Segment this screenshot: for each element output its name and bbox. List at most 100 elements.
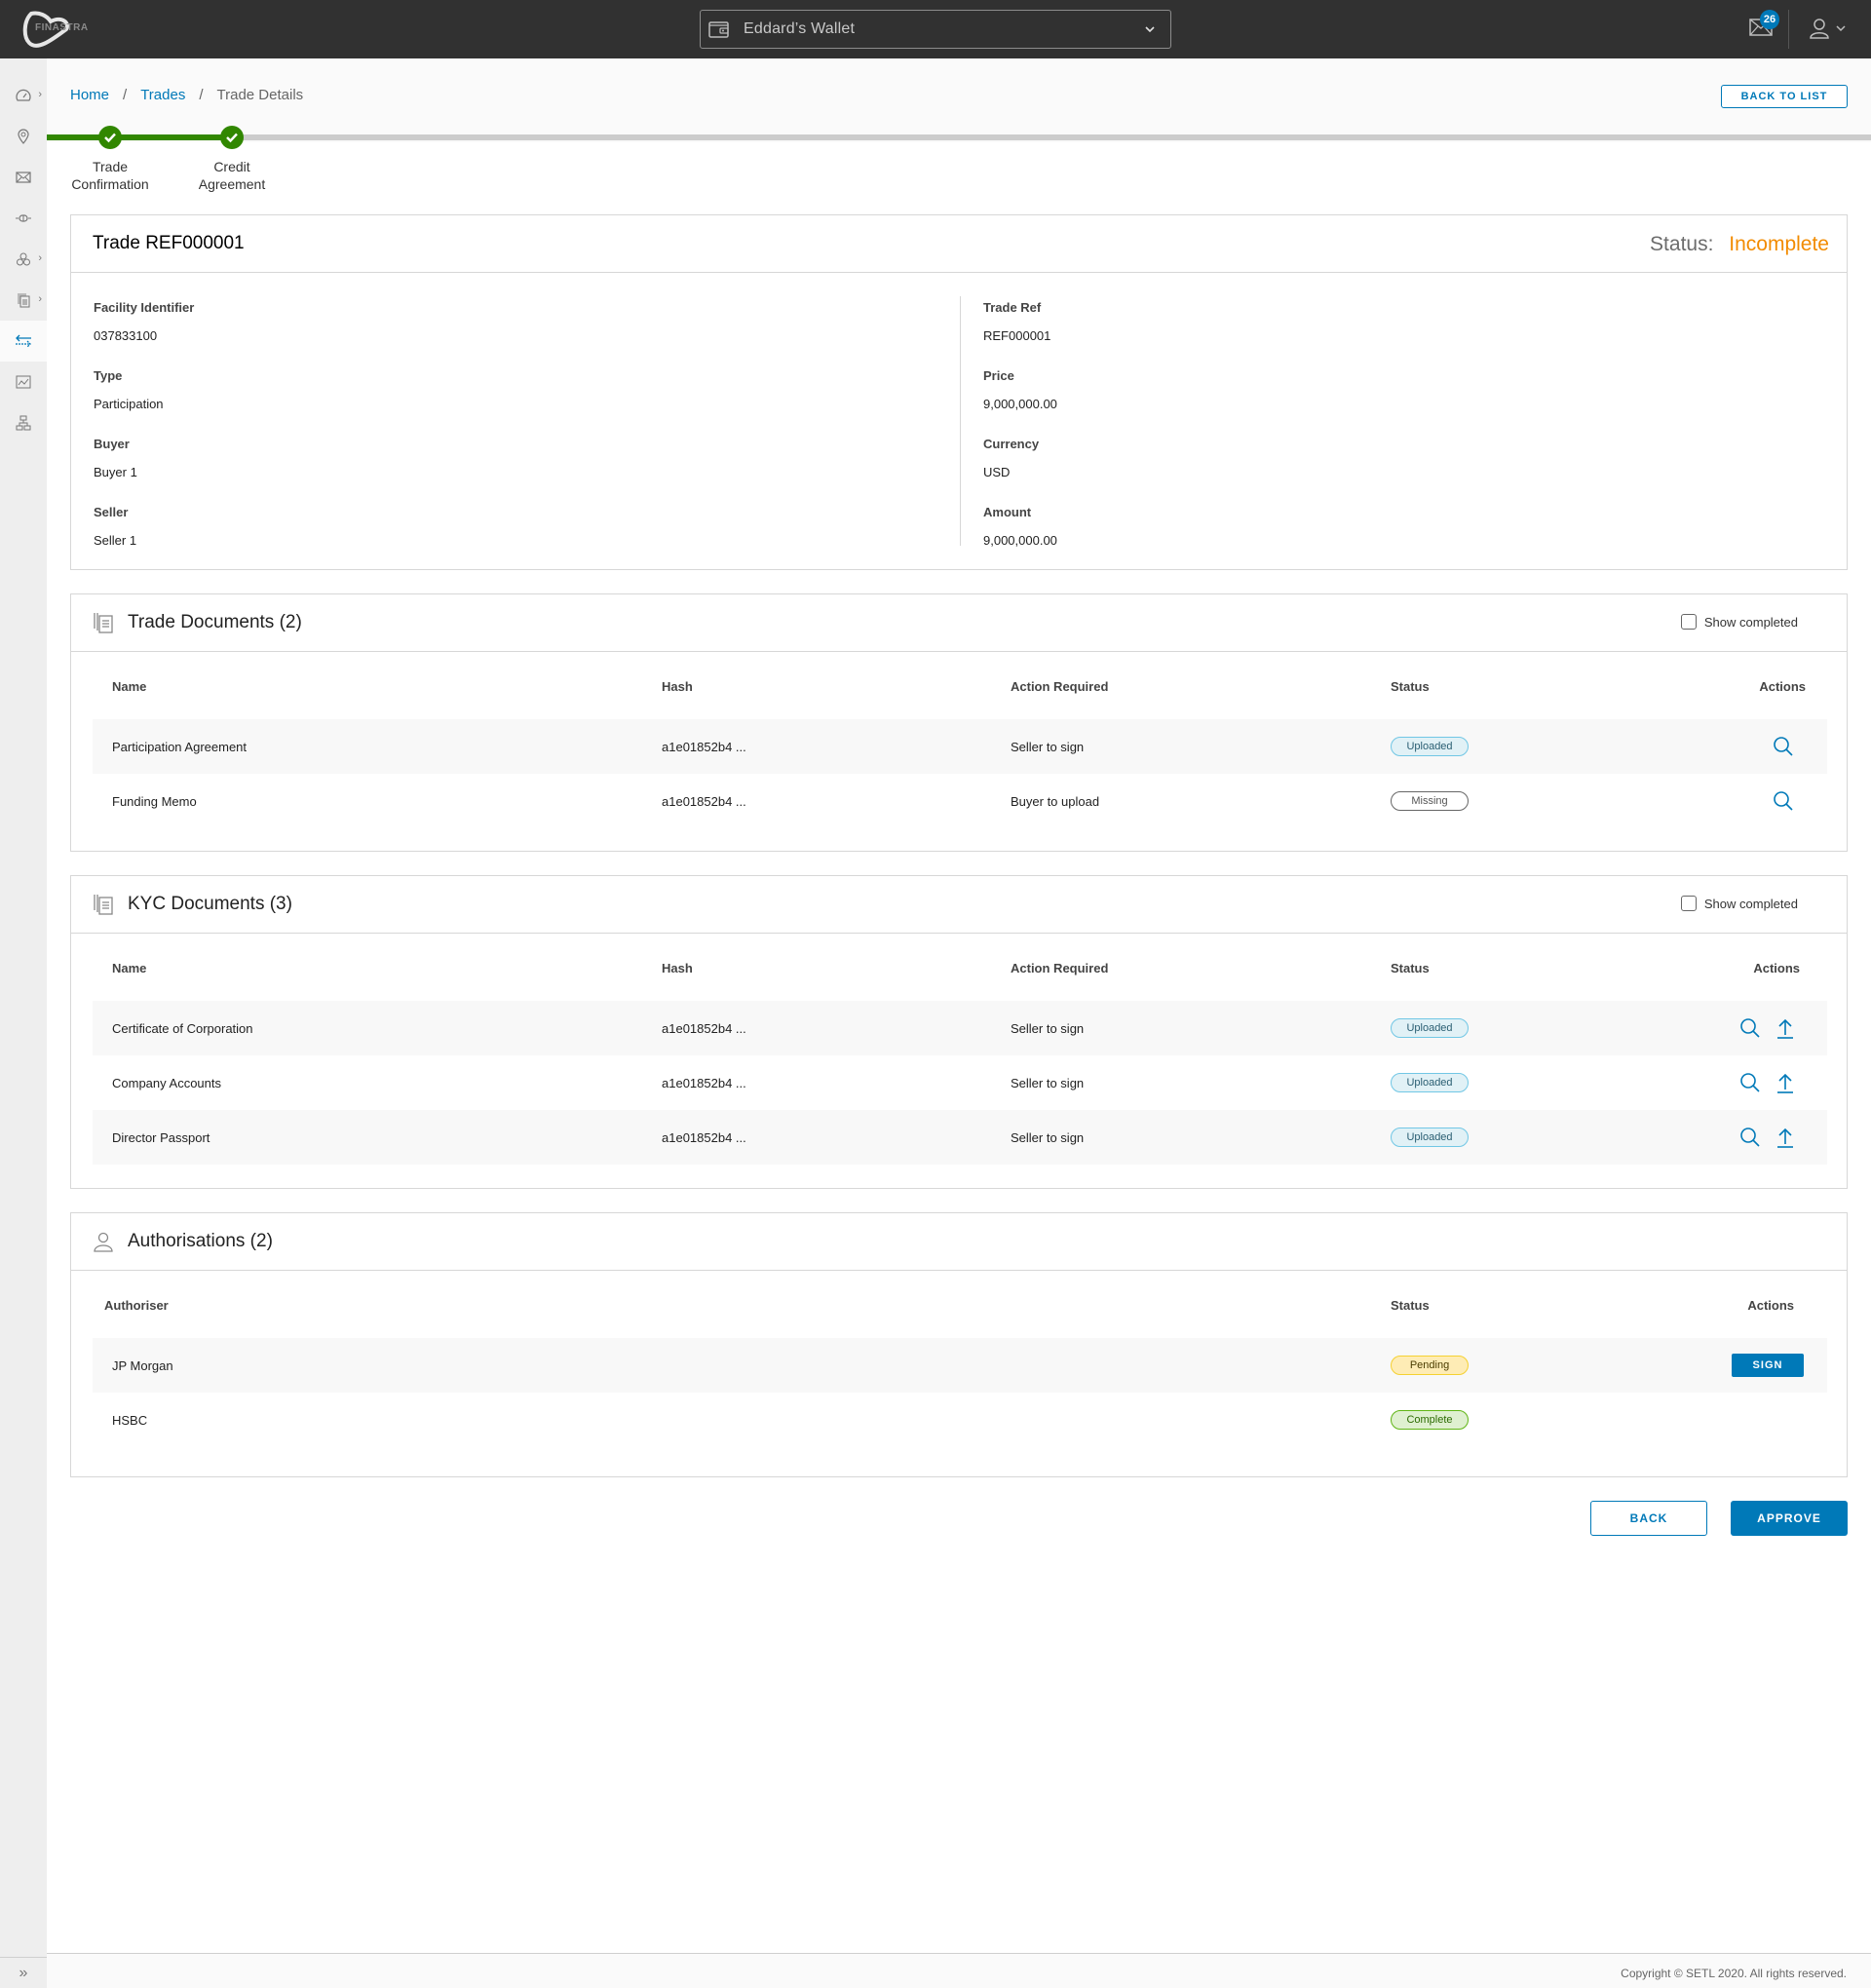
doc-name: Participation Agreement	[93, 719, 662, 774]
breadcrumb-trades[interactable]: Trades	[140, 87, 185, 103]
field-label: Amount	[983, 505, 1032, 519]
field-value: REF000001	[983, 328, 1051, 343]
field-seller: Seller Seller 1	[94, 505, 136, 548]
table-row: Participation Agreement a1e01852b4 ... S…	[93, 719, 1827, 774]
chevron-down-icon	[1145, 26, 1155, 33]
show-completed-checkbox[interactable]	[1680, 896, 1697, 911]
table-header-row: Name Hash Action Required Status Actions	[93, 935, 1827, 1001]
breadcrumb-current: Trade Details	[216, 87, 304, 103]
column-header: Actions	[1747, 1297, 1794, 1313]
search-icon[interactable]	[1739, 1017, 1761, 1039]
column-header: Status	[1391, 960, 1430, 975]
field-label: Seller	[94, 505, 129, 519]
authoriser-name: HSBC	[112, 1412, 148, 1428]
sidebar-item-assets[interactable]: ›	[0, 239, 47, 280]
sidebar-item-reports[interactable]	[0, 362, 47, 402]
finastra-logo[interactable]: FINASTRA	[21, 8, 99, 49]
doc-hash: a1e01852b4 ...	[662, 1110, 1011, 1165]
doc-action-required: Seller to sign	[1011, 1075, 1085, 1090]
upload-icon[interactable]	[1775, 1127, 1796, 1148]
search-icon[interactable]	[1773, 736, 1794, 757]
back-button[interactable]: BACK	[1590, 1501, 1707, 1536]
step-label-line: Confirmation	[71, 176, 149, 192]
status-badge: Uploaded	[1391, 1128, 1469, 1147]
sidebar-item-organisation[interactable]	[0, 402, 47, 443]
documents-icon	[94, 895, 113, 915]
doc-hash: a1e01852b4 ...	[662, 793, 746, 809]
approve-button[interactable]: APPROVE	[1731, 1501, 1848, 1536]
table-row: HSBC Complete	[93, 1393, 1827, 1447]
step-label-line: Credit	[213, 159, 250, 174]
notifications-badge: 26	[1760, 10, 1779, 29]
upload-icon[interactable]	[1775, 1072, 1796, 1093]
back-to-list-button[interactable]: BACK TO LIST	[1721, 85, 1848, 108]
field-amount: Amount 9,000,000.00	[983, 505, 1057, 548]
table-row: JP Morgan Pending SIGN	[93, 1338, 1827, 1393]
field-value: 9,000,000.00	[983, 397, 1057, 411]
sidebar-item-documents[interactable]: ›	[0, 280, 47, 321]
upload-icon[interactable]	[1775, 1017, 1796, 1039]
search-icon[interactable]	[1773, 790, 1794, 812]
table-row: Company Accounts a1e01852b4 ... Seller t…	[93, 1055, 1827, 1110]
step-credit-agreement[interactable]	[220, 126, 244, 149]
doc-hash: a1e01852b4 ...	[662, 719, 1011, 774]
field-value: 9,000,000.00	[983, 533, 1057, 548]
sign-button[interactable]: SIGN	[1732, 1354, 1804, 1377]
show-completed-toggle[interactable]: Show completed	[1680, 896, 1798, 911]
doc-action-required: Seller to sign	[1011, 1001, 1391, 1055]
column-header: Action Required	[1011, 678, 1109, 694]
trade-status: Status: Incomplete	[1650, 233, 1829, 256]
sidebar-item-messages[interactable]	[0, 157, 47, 198]
table-row: Funding Memo a1e01852b4 ... Buyer to upl…	[93, 774, 1827, 828]
show-completed-checkbox[interactable]	[1680, 614, 1697, 630]
field-facility-identifier: Facility Identifier 037833100	[94, 300, 194, 343]
stepper-progress	[47, 134, 232, 140]
table-header-row: Authoriser Status Actions	[93, 1272, 1827, 1338]
logo-text: FINASTRA	[35, 22, 89, 33]
status-badge: Pending	[1391, 1356, 1469, 1375]
field-label: Facility Identifier	[94, 300, 195, 315]
field-value: 037833100	[94, 328, 158, 343]
search-icon[interactable]	[1739, 1127, 1761, 1148]
column-header: Authoriser	[104, 1297, 169, 1313]
trade-details-card: Trade REF000001 Status: Incomplete Facil…	[70, 214, 1848, 570]
copyright-text: Copyright © SETL 2020. All rights reserv…	[1621, 1967, 1847, 1980]
breadcrumb-home[interactable]: Home	[70, 87, 109, 103]
status-badge: Complete	[1391, 1410, 1469, 1430]
trade-documents-table: Name Hash Action Required Status Actions…	[93, 653, 1827, 828]
kyc-documents-card: KYC Documents (3) Show completed Name Ha…	[70, 875, 1848, 1189]
stepper-track	[47, 134, 1871, 140]
column-header: Action Required	[1011, 960, 1109, 975]
section-title: Trade Documents (2)	[128, 612, 302, 632]
column-header: Hash	[662, 678, 693, 694]
connector-icon	[16, 214, 31, 222]
doc-name: Funding Memo	[112, 793, 197, 809]
status-badge: Uploaded	[1391, 1073, 1469, 1092]
location-pin-icon	[18, 129, 29, 144]
table-header-row: Name Hash Action Required Status Actions	[93, 653, 1827, 719]
sidebar-item-locations[interactable]	[0, 116, 47, 157]
field-buyer: Buyer Buyer 1	[94, 437, 137, 479]
page-footer: Copyright © SETL 2020. All rights reserv…	[47, 1953, 1871, 1988]
sidebar-item-dashboard[interactable]: ›	[0, 75, 47, 116]
field-label: Currency	[983, 437, 1040, 451]
breadcrumb-separator: /	[199, 87, 204, 103]
authorisations-table: Authoriser Status Actions JP Morgan Pend…	[93, 1272, 1827, 1447]
column-header: Status	[1391, 678, 1430, 694]
status-label: Status:	[1650, 233, 1714, 255]
step-label-line: Agreement	[198, 176, 266, 192]
sidebar-item-trades[interactable]	[0, 321, 47, 362]
sidebar-collapse-button[interactable]: »	[0, 1957, 47, 1988]
user-menu[interactable]	[1809, 18, 1852, 39]
doc-action-required: Buyer to upload	[1011, 793, 1100, 809]
step-trade-confirmation[interactable]	[98, 126, 122, 149]
dashboard-icon	[16, 89, 31, 101]
column-header: Name	[112, 678, 147, 694]
show-completed-toggle[interactable]: Show completed	[1680, 614, 1798, 630]
wallet-selector[interactable]: Eddard’s Wallet	[700, 10, 1171, 49]
field-trade-ref: Trade Ref REF000001	[983, 300, 1050, 343]
field-price: Price 9,000,000.00	[983, 368, 1057, 411]
search-icon[interactable]	[1739, 1072, 1761, 1093]
sidebar-item-connections[interactable]	[0, 198, 47, 239]
line-chart-icon	[16, 375, 31, 389]
